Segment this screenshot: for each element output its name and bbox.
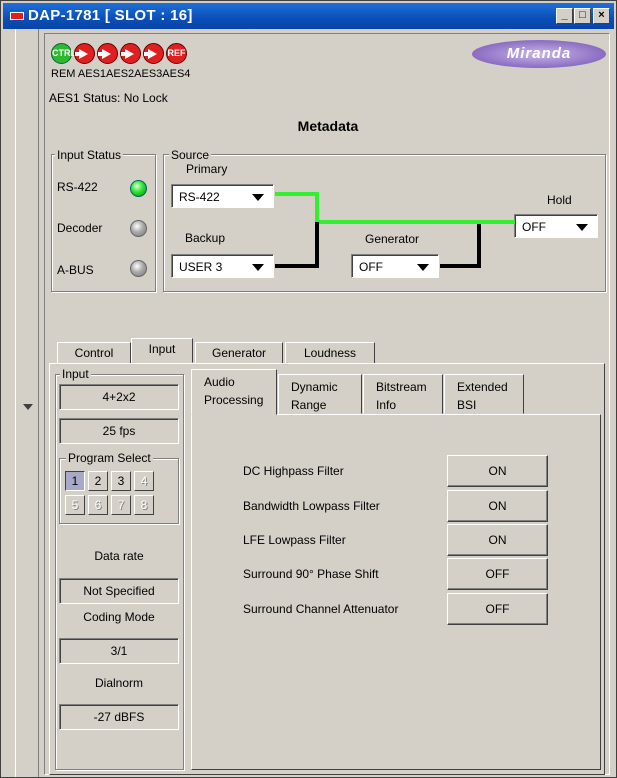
subtab-audio-processing[interactable]: Audio Processing (191, 369, 277, 415)
rs422-led-icon (130, 180, 147, 197)
channels-value: 4+2x2 (59, 384, 179, 410)
rs422-status-label: RS-422 (57, 180, 98, 194)
close-button[interactable]: × (593, 8, 610, 24)
expand-arrow-icon[interactable] (23, 404, 33, 410)
hold-label: Hold (547, 193, 572, 207)
window-body: CTRL REF REM AES1AES2AES3AES4 Miranda AE… (3, 29, 614, 777)
app-icon (10, 12, 24, 20)
program-select-legend: Program Select (66, 451, 153, 465)
generator-route-line (440, 264, 480, 268)
subtab-dynamic-range[interactable]: Dynamic Range (278, 374, 362, 414)
decoder-led-icon (130, 220, 147, 237)
aes2-indicator-icon[interactable] (97, 43, 118, 64)
backup-route-line (315, 222, 319, 268)
window-title: DAP-1781 [ SLOT : 16] (28, 7, 193, 24)
tab-loudness[interactable]: Loudness (285, 342, 375, 364)
page-title: Metadata (297, 118, 359, 134)
program-4-button[interactable]: 4 (134, 471, 154, 491)
program-2-button[interactable]: 2 (88, 471, 108, 491)
backup-route-line (275, 264, 317, 268)
abus-led-icon (130, 260, 147, 277)
tab-generator[interactable]: Generator (195, 342, 283, 364)
source-legend: Source (169, 148, 212, 162)
primary-label: Primary (186, 162, 228, 176)
subtab-extended-bsi[interactable]: Extended BSI (444, 374, 524, 414)
dc-highpass-label: DC Highpass Filter (243, 464, 344, 478)
tab-input[interactable]: Input (131, 338, 193, 363)
dc-highpass-toggle[interactable]: ON (447, 455, 548, 487)
chevron-down-icon (576, 224, 588, 231)
decoder-status-label: Decoder (57, 221, 103, 235)
generator-route-line (477, 224, 481, 268)
aes3-indicator-icon[interactable] (120, 43, 141, 64)
main-panel: CTRL REF REM AES1AES2AES3AES4 Miranda AE… (44, 33, 610, 775)
chevron-down-icon (417, 264, 429, 271)
generator-source-dropdown[interactable]: OFF (351, 254, 439, 278)
indicator-labels: REM AES1AES2AES3AES4 (51, 68, 191, 80)
chevron-down-icon (252, 264, 264, 271)
chevron-down-icon (252, 194, 264, 201)
program-7-button[interactable]: 7 (111, 495, 131, 515)
backup-source-dropdown[interactable]: USER 3 (171, 254, 274, 278)
status-header: CTRL REF REM AES1AES2AES3AES4 Miranda (47, 36, 609, 92)
dialnorm-value: -27 dBFS (59, 704, 179, 730)
program-5-button[interactable]: 5 (65, 495, 85, 515)
surround-phase-shift-label: Surround 90° Phase Shift (243, 567, 379, 581)
dialnorm-label: Dialnorm (94, 676, 143, 690)
aes-status-text: AES1 Status: No Lock (49, 91, 168, 105)
tab-control[interactable]: Control (57, 342, 131, 364)
collapse-strip[interactable] (15, 29, 39, 777)
input-legend: Input (60, 367, 91, 381)
lfe-lowpass-toggle[interactable]: ON (447, 524, 548, 556)
title-bar[interactable]: DAP-1781 [ SLOT : 16] _ □ × (3, 3, 614, 29)
surround-phase-shift-toggle[interactable]: OFF (447, 558, 548, 590)
primary-source-dropdown[interactable]: RS-422 (171, 184, 274, 208)
program-3-button[interactable]: 3 (111, 471, 131, 491)
program-1-button[interactable]: 1 (65, 471, 85, 491)
subtab-bitstream-info[interactable]: Bitstream Info (363, 374, 443, 414)
program-6-button[interactable]: 6 (88, 495, 108, 515)
hold-dropdown[interactable]: OFF (514, 214, 598, 238)
coding-mode-label: Coding Mode (83, 610, 155, 624)
aes4-indicator-icon[interactable] (143, 43, 164, 64)
frame-rate-value: 25 fps (59, 418, 179, 444)
bandwidth-lowpass-label: Bandwidth Lowpass Filter (243, 499, 380, 513)
bandwidth-lowpass-toggle[interactable]: ON (447, 490, 548, 522)
aes1-indicator-icon[interactable] (74, 43, 95, 64)
data-rate-label: Data rate (94, 549, 144, 563)
main-area: CTRL REF REM AES1AES2AES3AES4 Miranda AE… (44, 33, 610, 775)
data-rate-value: Not Specified (59, 578, 179, 604)
surround-attenuator-toggle[interactable]: OFF (447, 593, 548, 625)
input-status-legend: Input Status (55, 148, 124, 162)
ctrl-indicator-icon[interactable]: CTRL (51, 43, 76, 64)
lfe-lowpass-label: LFE Lowpass Filter (243, 533, 346, 547)
generator-label: Generator (365, 232, 420, 246)
abus-status-label: A-BUS (57, 263, 94, 277)
app-window: DAP-1781 [ SLOT : 16] _ □ × CTRL REF REM… (0, 0, 617, 778)
maximize-button[interactable]: □ (574, 8, 591, 24)
miranda-logo: Miranda (472, 40, 606, 68)
program-8-button[interactable]: 8 (134, 495, 154, 515)
minimize-button[interactable]: _ (556, 8, 573, 24)
ref-indicator-icon[interactable]: REF (166, 43, 187, 64)
surround-attenuator-label: Surround Channel Attenuator (243, 602, 399, 616)
primary-route-line (315, 220, 515, 224)
backup-label: Backup (185, 231, 226, 245)
primary-route-line (275, 192, 317, 196)
coding-mode-value: 3/1 (59, 638, 179, 664)
